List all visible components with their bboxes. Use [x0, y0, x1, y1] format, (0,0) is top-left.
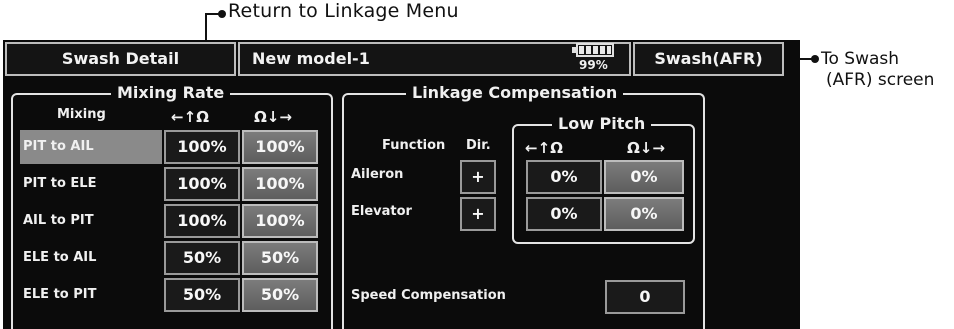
mixing-rate-value-right[interactable]: 50% [242, 278, 318, 312]
mixing-col2-header: Ω↓→ [254, 108, 292, 126]
direction-toggle[interactable]: + [460, 160, 496, 194]
speed-compensation-label: Speed Compensation [351, 288, 506, 303]
swash-detail-title-button[interactable]: Swash Detail [5, 42, 236, 76]
battery-icon [572, 43, 616, 58]
battery-percent: 99% [579, 58, 608, 72]
page-title: Swash Detail [61, 49, 180, 68]
mixing-rate-value-left[interactable]: 100% [164, 167, 240, 201]
swash-callout-text-1: To Swash [821, 49, 900, 69]
linkage-function-label: Aileron [351, 167, 404, 182]
return-callout-dot [218, 10, 226, 18]
low-pitch-col1-header: ←↑Ω [525, 139, 563, 157]
mixing-row-label[interactable]: PIT to ELE [20, 167, 162, 201]
swash-afr-button[interactable]: Swash(AFR) [633, 42, 784, 76]
mixing-row-label[interactable]: ELE to PIT [20, 278, 162, 312]
battery-fill [579, 46, 611, 54]
speed-compensation-value[interactable]: 0 [605, 280, 685, 314]
mixing-rate-value-right[interactable]: 100% [242, 167, 318, 201]
model-name: New model-1 [252, 49, 370, 68]
direction-toggle[interactable]: + [460, 197, 496, 231]
mixing-rate-value-right[interactable]: 50% [242, 241, 318, 275]
mixing-row-label[interactable]: AIL to PIT [20, 204, 162, 238]
low-pitch-value-right[interactable]: 0% [604, 197, 684, 231]
mixing-rate-value-left[interactable]: 100% [164, 204, 240, 238]
linkage-compensation-title: Linkage Compensation [406, 84, 624, 102]
mixing-rate-value-left[interactable]: 100% [164, 130, 240, 164]
mixing-header: Mixing [57, 107, 106, 122]
mixing-row-label[interactable]: PIT to AIL [20, 130, 162, 164]
battery-body [576, 43, 614, 57]
mixing-rate-value-left[interactable]: 50% [164, 241, 240, 275]
mixing-col1-header: ←↑Ω [171, 108, 209, 126]
mixing-rate-value-right[interactable]: 100% [242, 204, 318, 238]
low-pitch-value-left[interactable]: 0% [526, 197, 602, 231]
return-callout-line-horizontal [205, 13, 219, 15]
low-pitch-col2-header: Ω↓→ [627, 139, 665, 157]
linkage-function-label: Elevator [351, 204, 412, 219]
mixing-rate-title: Mixing Rate [111, 84, 231, 102]
swash-callout-dot [811, 55, 819, 63]
mixing-rate-value-left[interactable]: 50% [164, 278, 240, 312]
mixing-row-label[interactable]: ELE to AIL [20, 241, 162, 275]
low-pitch-value-left[interactable]: 0% [526, 160, 602, 194]
low-pitch-title: Low Pitch [552, 115, 652, 133]
swash-callout-text-2: (AFR) screen [826, 70, 935, 90]
return-callout-text: Return to Linkage Menu [228, 0, 459, 22]
swash-afr-label: Swash(AFR) [654, 49, 763, 68]
battery-tip [572, 47, 576, 53]
mixing-rate-value-right[interactable]: 100% [242, 130, 318, 164]
function-header: Function [382, 138, 446, 153]
dir-header: Dir. [466, 138, 491, 153]
low-pitch-value-right[interactable]: 0% [604, 160, 684, 194]
